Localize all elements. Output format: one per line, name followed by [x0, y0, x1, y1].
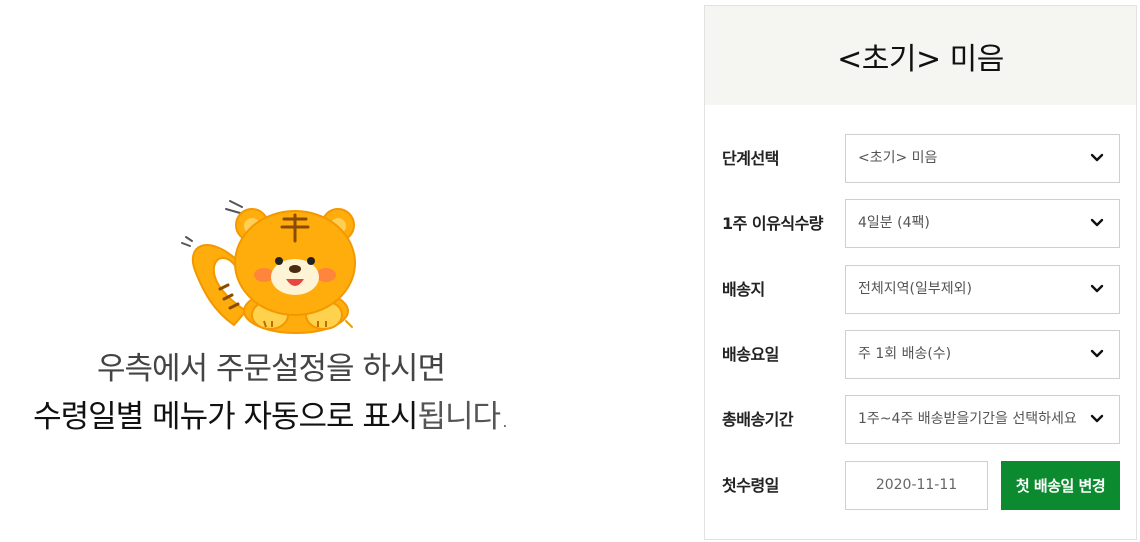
row-first-receive-date: 첫수령일 2020-11-11 첫 배송일 변경 — [705, 461, 1138, 510]
first-receive-date-field[interactable]: 2020-11-11 — [845, 461, 988, 510]
delivery-period-select[interactable]: 1주~4주 배송받을기간을 선택하세요 — [845, 395, 1120, 444]
empty-state-message-line1: 우측에서 주문설정을 하시면 — [97, 351, 446, 387]
empty-state-message-line2: 수령일별 메뉴가 자동으로 표시됩니다. — [0, 391, 542, 436]
delivery-day-label: 배송요일 — [722, 345, 779, 364]
row-delivery-day: 배송요일 주 1회 배송(수) — [705, 330, 1138, 379]
chevron-down-icon — [1090, 414, 1104, 423]
delivery-period-select-value: 1주~4주 배송받을기간을 선택하세요 — [858, 411, 1077, 427]
stage-label: 단계선택 — [722, 149, 779, 168]
first-receive-date-label: 첫수령일 — [722, 476, 779, 495]
weekly-quantity-select-value: 4일분 (4팩) — [858, 215, 930, 231]
row-delivery-region: 배송지 전체지역(일부제외) — [705, 265, 1138, 314]
tiger-mascot-icon — [181, 200, 356, 334]
stage-select-value: <초기> 미음 — [858, 150, 938, 166]
panel-title: <초기> 미음 — [837, 41, 1004, 77]
weekly-quantity-label: 1주 이유식수량 — [722, 214, 824, 233]
weekly-quantity-select[interactable]: 4일분 (4팩) — [845, 199, 1120, 248]
delivery-region-label: 배송지 — [722, 280, 765, 299]
chevron-down-icon — [1090, 349, 1104, 358]
row-stage: 단계선택 <초기> 미음 — [705, 134, 1138, 183]
panel-header: <초기> 미음 — [705, 6, 1136, 105]
delivery-day-select-value: 주 1회 배송(수) — [858, 346, 952, 362]
delivery-period-label: 총배송기간 — [722, 410, 794, 429]
delivery-region-select-value: 전체지역(일부제외) — [858, 281, 972, 297]
chevron-down-icon — [1090, 284, 1104, 293]
delivery-day-select[interactable]: 주 1회 배송(수) — [845, 330, 1120, 379]
stage-select[interactable]: <초기> 미음 — [845, 134, 1120, 183]
delivery-region-select[interactable]: 전체지역(일부제외) — [845, 265, 1120, 314]
order-settings-panel: <초기> 미음 단계선택 <초기> 미음 1주 이유식수량 4일분 (4팩) 배… — [704, 5, 1137, 540]
row-weekly-quantity: 1주 이유식수량 4일분 (4팩) — [705, 199, 1138, 248]
chevron-down-icon — [1090, 218, 1104, 227]
row-delivery-period: 총배송기간 1주~4주 배송받을기간을 선택하세요 — [705, 395, 1138, 444]
empty-state-area: 우측에서 주문설정을 하시면 수령일별 메뉴가 자동으로 표시됩니다. — [0, 0, 700, 542]
empty-state-message-strong: 수령일별 메뉴가 자동으로 표시 — [33, 399, 418, 435]
empty-state-message-light: 됩니다. — [417, 399, 509, 435]
chevron-down-icon — [1090, 153, 1104, 162]
change-first-delivery-button[interactable]: 첫 배송일 변경 — [1001, 461, 1120, 510]
